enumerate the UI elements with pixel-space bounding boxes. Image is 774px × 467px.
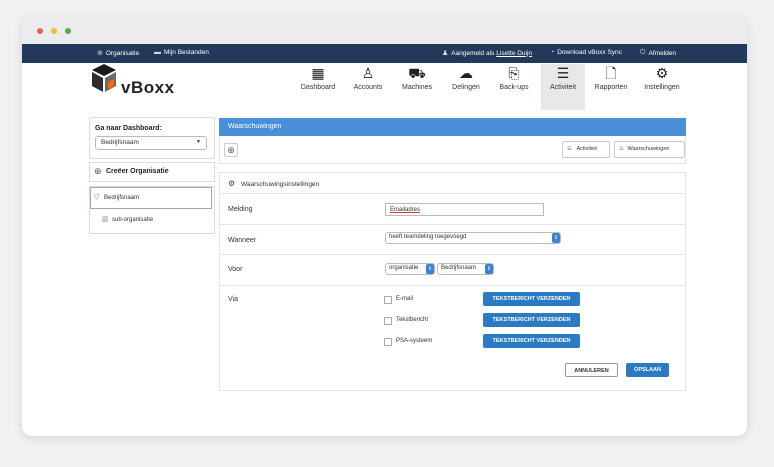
section-title: Waarschuwingsinstellingen — [241, 181, 320, 188]
tree-item-sub-organisatie[interactable]: ▥ sub-organisatie — [90, 213, 212, 229]
wanneer-label: Wanneer — [228, 237, 257, 244]
via-label: Via — [228, 296, 238, 303]
psa-checkbox[interactable] — [384, 338, 392, 346]
download-icon: ◔ — [550, 49, 555, 56]
psa-option-label: PSA-systeem — [396, 338, 433, 344]
plus-circle-icon: ⊕ — [94, 166, 102, 176]
add-button[interactable]: ⊕ — [224, 143, 238, 157]
window-chrome — [22, 17, 747, 44]
globe-icon: ⊕ — [97, 50, 103, 57]
filter-icon: ▽ — [94, 194, 100, 201]
list-icon: ☰ — [567, 146, 572, 152]
minimize-dot[interactable] — [51, 28, 57, 34]
nav-dashboard[interactable]: ▦ Dashboard — [298, 64, 338, 110]
folder-icon: ▬ — [154, 49, 161, 56]
nav-activiteit[interactable]: ☰ Activiteit — [541, 64, 585, 110]
mijn-bestanden-link[interactable]: ▬ Mijn Bestanden — [154, 49, 209, 56]
divider — [220, 254, 685, 255]
organisatie-link[interactable]: ⊕ Organisatie — [97, 49, 139, 58]
nav-instellingen[interactable]: ⚙ Instellingen — [641, 64, 683, 110]
chevron-down-icon: ▼ — [196, 139, 201, 145]
report-icon: 🗋 — [605, 65, 617, 81]
select-arrows-icon: ⇕ — [552, 233, 560, 243]
backup-icon: ⎘ — [508, 65, 520, 81]
dashboard-select[interactable]: Bedrijfsnaam ▼ — [95, 136, 207, 150]
list-icon: ☰ — [556, 65, 570, 81]
vboxx-logo[interactable]: vBoxx — [92, 62, 174, 98]
power-icon: ⏻ — [640, 49, 646, 56]
nav-accounts[interactable]: ♙ Accounts — [350, 64, 386, 110]
voor-label: Voor — [228, 266, 243, 273]
create-organisation-panel[interactable]: ⊕ Creëer Organisatie — [89, 162, 215, 182]
divider — [220, 224, 685, 225]
waarschuwingen-button[interactable]: ⚠ Waarschuwingen — [614, 141, 685, 158]
toolbar-area: ⊕ ☰ Activiteit ⚠ Waarschuwingen — [219, 136, 686, 164]
divider — [220, 285, 685, 286]
person-icon: ♟ — [442, 50, 449, 57]
gear-icon: ⚙ — [655, 65, 669, 81]
user-name-link[interactable]: Lisette Duijn — [496, 50, 532, 57]
download-sync-link[interactable]: ◔ Download vBoxx Sync — [550, 49, 622, 56]
dashboard-icon: ▦ — [311, 65, 325, 81]
wanneer-select[interactable]: heeft teamdeling toegevoegd ⇕ — [385, 232, 561, 244]
nav-rapporten[interactable]: 🗋 Rapporten — [591, 64, 631, 110]
cancel-button[interactable]: ANNULEREN — [565, 363, 618, 377]
brand-text: vBoxx — [121, 78, 175, 97]
tekstbericht-checkbox[interactable] — [384, 317, 392, 325]
select-arrows-icon: ⇕ — [485, 264, 493, 274]
select-arrows-icon: ⇕ — [426, 264, 434, 274]
send-text-button-email[interactable]: TEKSTBERICHT VERZENDEN — [483, 292, 580, 306]
melding-label: Melding — [228, 206, 253, 213]
maximize-dot[interactable] — [65, 28, 71, 34]
panel-header: Waarschuwingen — [219, 118, 686, 136]
melding-input[interactable]: Emailadres — [385, 203, 544, 216]
send-text-button-psa[interactable]: TEKSTBERICHT VERZENDEN — [483, 334, 580, 348]
logged-in-user[interactable]: ♟ Aangemeld als Lisette Duijn — [442, 49, 532, 58]
send-text-button-sms[interactable]: TEKSTBERICHT VERZENDEN — [483, 313, 580, 327]
divider — [220, 193, 685, 194]
goto-dashboard-label: Ga naar Dashboard: — [95, 125, 162, 132]
create-org-label: Creëer Organisatie — [106, 168, 169, 175]
building-icon: ▥ — [102, 216, 109, 223]
tekstbericht-option-label: Tekstbericht — [396, 317, 429, 323]
top-navigation-bar: ⊕ Organisatie ▬ Mijn Bestanden ♟ Aangemeld … — [22, 44, 747, 63]
email-option-label: E-mail — [396, 296, 414, 302]
nav-delingen[interactable]: ☁ Delingen — [448, 64, 484, 110]
save-button[interactable]: OPSLAAN — [626, 363, 669, 377]
tree-item-bedrijfsnaam[interactable]: ▽ Bedrijfsnaam — [90, 187, 212, 209]
nav-backups[interactable]: ⎘ Back-ups — [495, 64, 533, 110]
org-tree-panel: ▽ Bedrijfsnaam ▥ sub-organisatie — [89, 186, 215, 234]
voor-org-select[interactable]: Bedrijfsnaam ⇕ — [437, 263, 494, 275]
afmelden-link[interactable]: ⏻ Afmelden — [640, 49, 676, 57]
nav-machines[interactable]: ⛟ Machines — [398, 64, 436, 110]
dashboard-selector-panel: Ga naar Dashboard: Bedrijfsnaam ▼ — [89, 117, 215, 159]
voor-type-select[interactable]: organisatie ⇕ — [385, 263, 435, 275]
cloud-share-icon: ☁ — [459, 65, 473, 81]
user-icon: ♙ — [361, 65, 375, 81]
close-dot[interactable] — [37, 28, 43, 34]
warning-icon: ⚠ — [619, 146, 624, 152]
email-checkbox[interactable] — [384, 296, 392, 304]
gear-icon: ⚙ — [228, 179, 236, 188]
activiteit-button[interactable]: ☰ Activiteit — [562, 141, 610, 158]
machine-icon: ⛟ — [408, 65, 426, 81]
